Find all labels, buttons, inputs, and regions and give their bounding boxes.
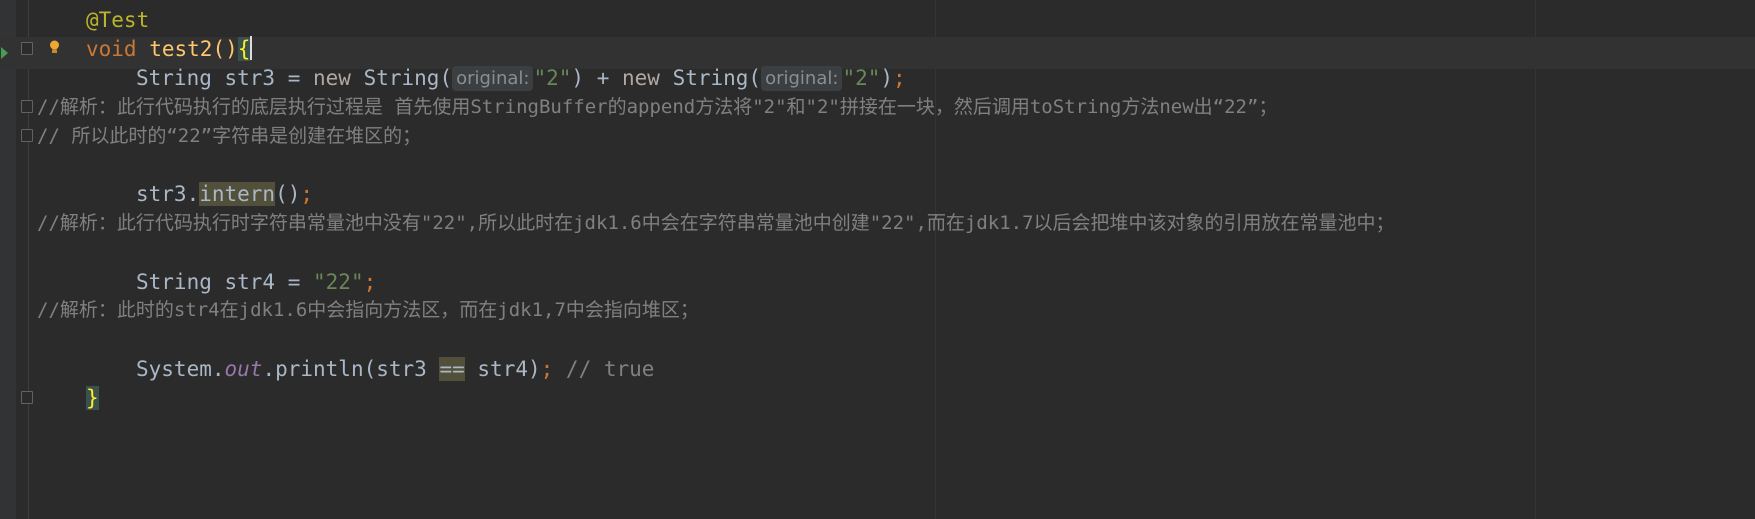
new-keyword: new	[313, 66, 351, 90]
wrap-guide	[1535, 0, 1536, 519]
semicolon: ;	[363, 270, 377, 294]
string-constructor: String(	[659, 66, 762, 90]
comment-line[interactable]: //解析：此行代码执行时字符串常量池中没有"22",所以此时在jdk1.6中会在…	[37, 208, 1395, 238]
code-line-annotation[interactable]: @Test	[86, 4, 149, 36]
close-paren: )	[880, 66, 894, 90]
text-cursor	[250, 36, 253, 60]
intern-parens: ()	[275, 182, 301, 206]
comment-line[interactable]: //解析：此时的str4在jdk1.6中会指向方法区，而在jdk1,7中会指向堆…	[37, 295, 699, 325]
lightbulb-icon[interactable]	[49, 40, 60, 54]
string-constructor: String(	[350, 66, 453, 90]
intern-receiver: str3.	[136, 182, 200, 206]
editor-gutter	[0, 0, 16, 519]
trailing-comment: // true	[553, 357, 655, 381]
system-class: System.	[136, 357, 225, 381]
plus-operator: ) +	[571, 66, 622, 90]
semicolon: ;	[300, 182, 314, 206]
code-line-close[interactable]: }	[86, 382, 99, 414]
intern-method: intern	[199, 182, 276, 206]
semicolon: ;	[540, 357, 554, 381]
open-brace: {	[237, 37, 251, 61]
string-literal: "2"	[533, 66, 572, 90]
annotation-token: @Test	[86, 8, 150, 32]
method-name: test2	[149, 37, 213, 61]
new-keyword: new	[621, 66, 660, 90]
comment-line[interactable]: //解析：此行代码执行的底层执行过程是 首先使用StringBuffer的app…	[37, 92, 1277, 122]
fold-icon[interactable]	[21, 391, 33, 404]
code-line-str3[interactable]: String str3 = new String(original: "2") +…	[136, 62, 906, 94]
parameter-hint: original:	[761, 66, 843, 91]
method-parens: ()	[212, 37, 238, 61]
string-literal: "22"	[313, 270, 364, 294]
void-keyword: void	[86, 37, 137, 61]
code-line-println[interactable]: System.out.println(str3 == str4); // tru…	[136, 353, 654, 385]
string-literal: "2"	[842, 66, 881, 90]
str4-declaration: String str4 =	[136, 270, 314, 294]
fold-icon[interactable]	[21, 42, 33, 55]
run-gutter-icon[interactable]	[1, 47, 8, 59]
equality-operator: ==	[439, 357, 465, 381]
code-line-str4[interactable]: String str4 = "22";	[136, 266, 376, 298]
out-field: out	[224, 357, 263, 381]
close-brace: }	[86, 386, 99, 410]
code-line-intern[interactable]: str3.intern();	[136, 178, 313, 210]
gutter-separator	[28, 0, 29, 519]
str3-declaration: String str3 =	[136, 66, 314, 90]
fold-icon[interactable]	[21, 100, 33, 113]
println-argument: str4)	[464, 357, 541, 381]
fold-icon[interactable]	[21, 129, 33, 142]
right-margin-guide	[935, 0, 936, 519]
code-line-method-decl[interactable]: void test2(){	[86, 33, 253, 65]
semicolon: ;	[893, 66, 906, 90]
println-call: .println(str3	[262, 357, 440, 381]
parameter-hint: original:	[452, 66, 534, 91]
comment-line[interactable]: // 所以此时的“22”字符串是创建在堆区的；	[37, 121, 421, 151]
